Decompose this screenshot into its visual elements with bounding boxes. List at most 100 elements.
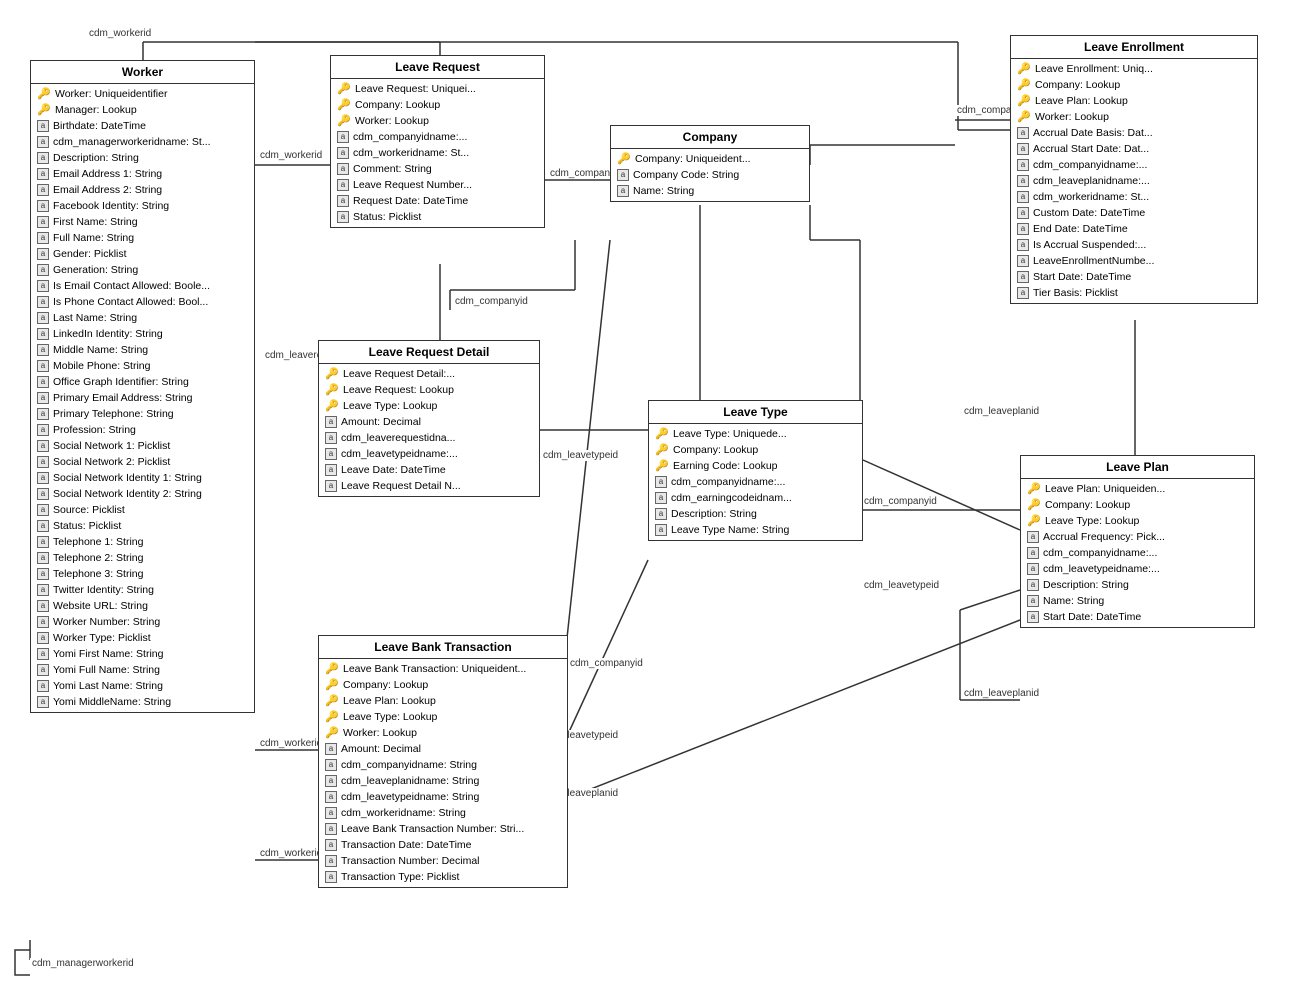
field-icon: a <box>37 648 49 660</box>
field-lbt-11: aLeave Bank Transaction Number: Stri... <box>319 821 567 837</box>
field-icon: a <box>617 185 629 197</box>
field-worker-33: aWebsite URL: String <box>31 598 254 614</box>
entity-worker-title: Worker <box>31 61 254 84</box>
entity-company: Company 🔑Company: Uniqueident... aCompan… <box>610 125 810 202</box>
field-lrd-7: aLeave Date: DateTime <box>319 462 539 478</box>
field-icon: a <box>325 791 337 803</box>
key-icon: 🔑 <box>37 87 51 101</box>
field-icon: a <box>325 416 337 428</box>
key-icon: 🔑 <box>1017 94 1031 108</box>
label-cdm-leavetypeid-4: cdm_leavetypeid <box>862 580 941 591</box>
field-icon: a <box>337 163 349 175</box>
field-lr-4: acdm_companyidname:... <box>331 129 544 145</box>
field-icon: a <box>37 536 49 548</box>
field-lrd-1: 🔑Leave Request Detail:... <box>319 366 539 382</box>
entity-leave-request-detail: Leave Request Detail 🔑Leave Request Deta… <box>318 340 540 497</box>
key-icon: 🔑 <box>325 694 339 708</box>
field-lt-5: acdm_earningcodeidnam... <box>649 490 862 506</box>
field-icon: a <box>1027 547 1039 559</box>
field-lt-1: 🔑Leave Type: Uniquede... <box>649 426 862 442</box>
field-worker-18: aMobile Phone: String <box>31 358 254 374</box>
field-worker-23: aSocial Network 1: Picklist <box>31 438 254 454</box>
field-icon: a <box>37 328 49 340</box>
field-worker-5: aDescription: String <box>31 150 254 166</box>
field-icon: a <box>1017 239 1029 251</box>
label-cdm-companyid-5: cdm_companyid <box>862 496 939 507</box>
field-icon: a <box>325 807 337 819</box>
field-icon: a <box>325 871 337 883</box>
entity-leave-request: Leave Request 🔑Leave Request: Uniquei...… <box>330 55 545 228</box>
field-icon: a <box>37 568 49 580</box>
field-worker-29: aTelephone 1: String <box>31 534 254 550</box>
field-icon: a <box>655 476 667 488</box>
field-worker-27: aSource: Picklist <box>31 502 254 518</box>
label-cdm-workerid-side: cdm_workerid <box>258 150 324 161</box>
field-icon: a <box>37 504 49 516</box>
field-le-4: 🔑Worker: Lookup <box>1011 109 1257 125</box>
field-lbt-13: aTransaction Number: Decimal <box>319 853 567 869</box>
key-icon: 🔑 <box>325 399 339 413</box>
key-icon: 🔑 <box>1027 482 1041 496</box>
field-icon: a <box>617 169 629 181</box>
field-icon: a <box>37 664 49 676</box>
key-icon: 🔑 <box>325 710 339 724</box>
field-worker-25: aSocial Network Identity 1: String <box>31 470 254 486</box>
field-icon: a <box>37 296 49 308</box>
field-worker-17: aMiddle Name: String <box>31 342 254 358</box>
field-icon: a <box>37 616 49 628</box>
field-worker-19: aOffice Graph Identifier: String <box>31 374 254 390</box>
entity-leave-enrollment: Leave Enrollment 🔑Leave Enrollment: Uniq… <box>1010 35 1258 304</box>
field-icon: a <box>337 211 349 223</box>
field-lbt-6: aAmount: Decimal <box>319 741 567 757</box>
field-lp-2: 🔑Company: Lookup <box>1021 497 1254 513</box>
field-lrd-3: 🔑Leave Type: Lookup <box>319 398 539 414</box>
field-icon: a <box>37 264 49 276</box>
field-worker-9: aFirst Name: String <box>31 214 254 230</box>
field-icon: a <box>1017 207 1029 219</box>
entity-leave-type-fields: 🔑Leave Type: Uniquede... 🔑Company: Looku… <box>649 424 862 540</box>
field-lp-1: 🔑Leave Plan: Uniqueiden... <box>1021 481 1254 497</box>
field-icon: a <box>337 179 349 191</box>
entity-leave-bank-transaction-title: Leave Bank Transaction <box>319 636 567 659</box>
field-icon: a <box>37 632 49 644</box>
key-icon: 🔑 <box>337 98 351 112</box>
field-worker-31: aTelephone 3: String <box>31 566 254 582</box>
field-icon: a <box>1017 159 1029 171</box>
label-cdm-leaveplanid-3: cdm_leaveplanid <box>962 688 1041 699</box>
field-worker-26: aSocial Network Identity 2: String <box>31 486 254 502</box>
field-le-8: acdm_leaveplanidname:... <box>1011 173 1257 189</box>
key-icon: 🔑 <box>325 678 339 692</box>
field-icon: a <box>37 440 49 452</box>
key-icon: 🔑 <box>1017 62 1031 76</box>
field-worker-32: aTwitter Identity: String <box>31 582 254 598</box>
field-lp-7: aDescription: String <box>1021 577 1254 593</box>
label-cdm-leaveplanid-1: cdm_leaveplanid <box>962 406 1041 417</box>
field-icon: a <box>655 508 667 520</box>
field-lr-8: aRequest Date: DateTime <box>331 193 544 209</box>
field-le-14: aStart Date: DateTime <box>1011 269 1257 285</box>
field-lt-3: 🔑Earning Code: Lookup <box>649 458 862 474</box>
diagram-canvas: cdm_workerid cdm_workerid cdm_workerid c… <box>0 0 1315 988</box>
field-lp-4: aAccrual Frequency: Pick... <box>1021 529 1254 545</box>
field-icon: a <box>325 775 337 787</box>
field-icon: a <box>1027 611 1039 623</box>
field-lr-3: 🔑Worker: Lookup <box>331 113 544 129</box>
field-lt-6: aDescription: String <box>649 506 862 522</box>
field-icon: a <box>37 392 49 404</box>
label-cdm-leavetypeid-1: cdm_leavetypeid <box>541 450 620 461</box>
field-worker-36: aYomi First Name: String <box>31 646 254 662</box>
field-worker-16: aLinkedIn Identity: String <box>31 326 254 342</box>
field-lbt-10: acdm_workeridname: String <box>319 805 567 821</box>
field-lr-9: aStatus: Picklist <box>331 209 544 225</box>
field-worker-2: 🔑Manager: Lookup <box>31 102 254 118</box>
field-icon: a <box>37 584 49 596</box>
field-worker-35: aWorker Type: Picklist <box>31 630 254 646</box>
field-lbt-8: acdm_leaveplanidname: String <box>319 773 567 789</box>
field-worker-6: aEmail Address 1: String <box>31 166 254 182</box>
field-co-2: aCompany Code: String <box>611 167 809 183</box>
field-icon: a <box>37 424 49 436</box>
field-worker-20: aPrimary Email Address: String <box>31 390 254 406</box>
field-lr-6: aComment: String <box>331 161 544 177</box>
field-icon: a <box>1017 271 1029 283</box>
field-worker-14: aIs Phone Contact Allowed: Bool... <box>31 294 254 310</box>
